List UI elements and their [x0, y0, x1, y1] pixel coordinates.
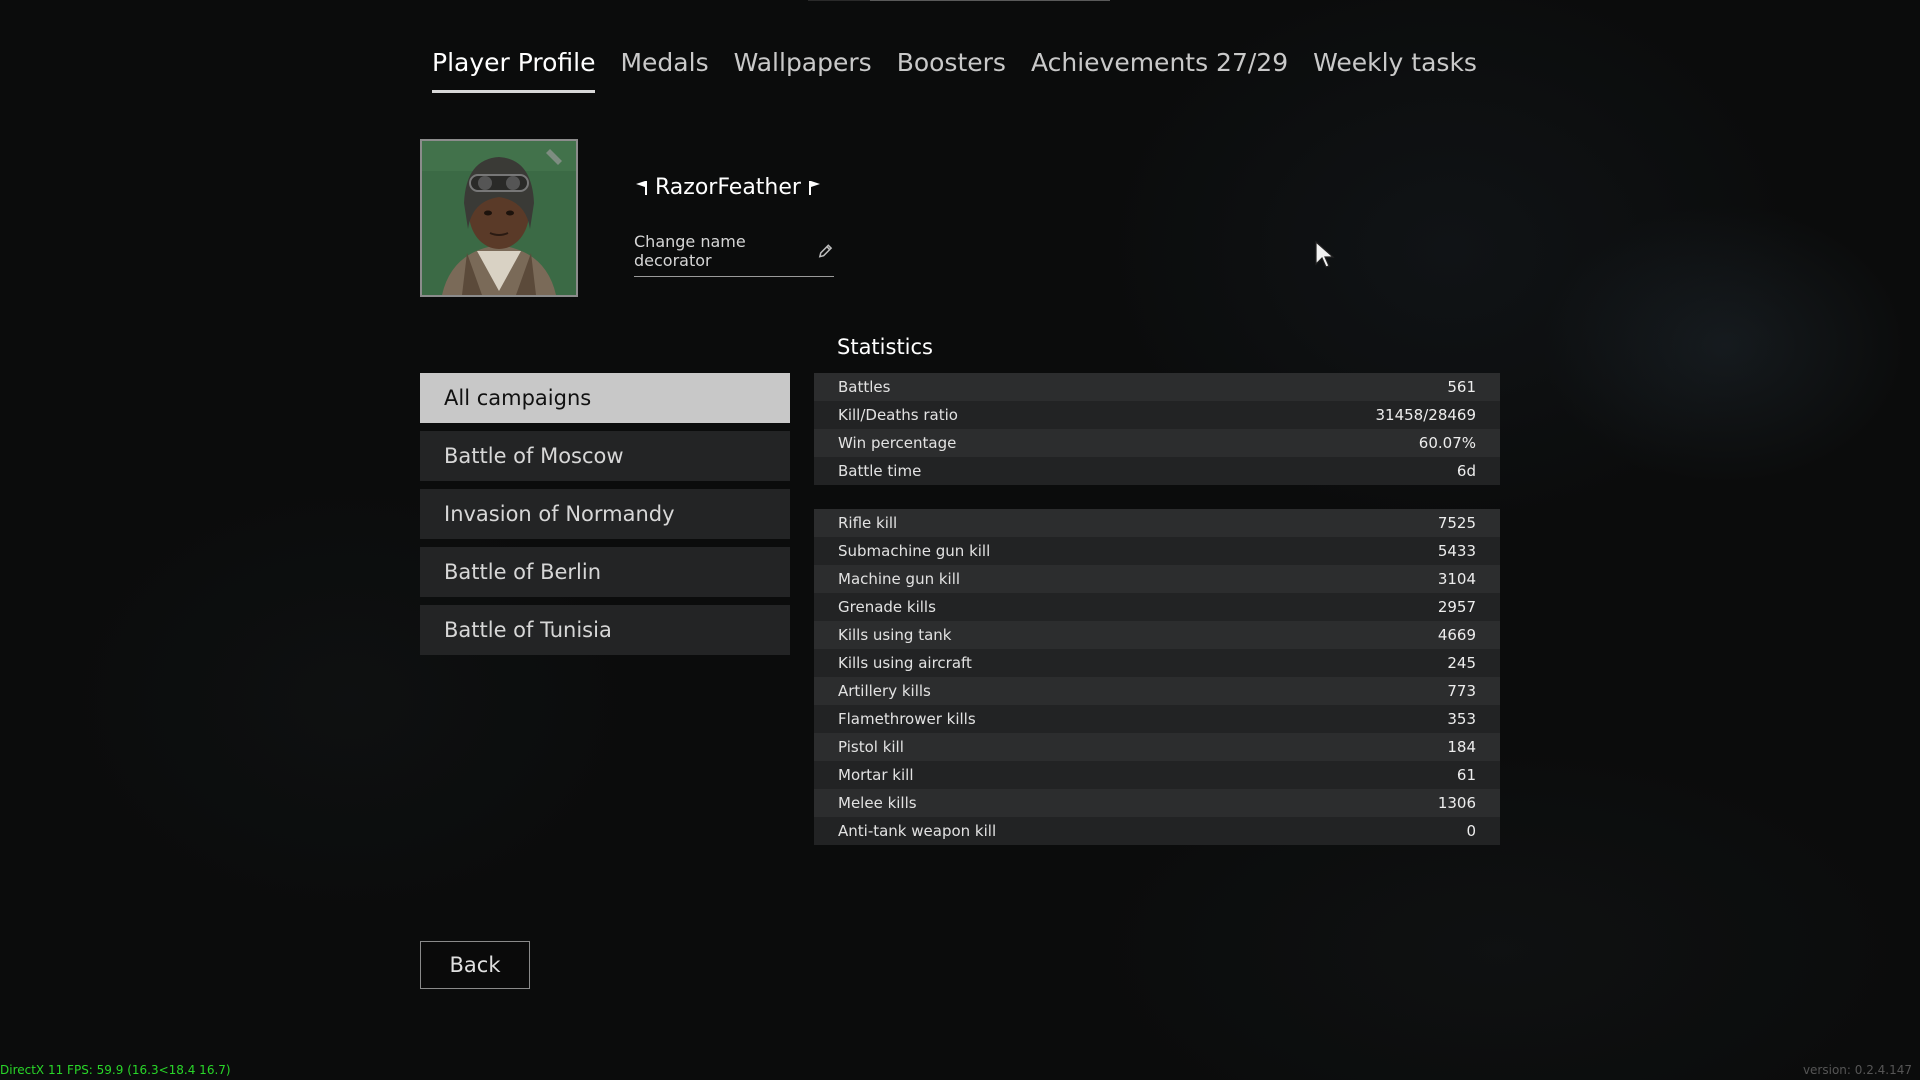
- stat-row: Flamethrower kills 353: [814, 705, 1500, 733]
- kill-stats-table: Rifle kill 7525 Submachine gun kill 5433 M…: [814, 509, 1500, 845]
- player-name: RazorFeather: [635, 175, 821, 200]
- player-name-text: RazorFeather: [655, 175, 801, 200]
- stat-row: Grenade kills 2957: [814, 593, 1500, 621]
- stat-label: Win percentage: [838, 434, 957, 452]
- stat-label: Machine gun kill: [838, 570, 961, 588]
- pencil-icon: [818, 244, 833, 258]
- avatar[interactable]: [420, 139, 578, 297]
- pilot-portrait-icon: [422, 141, 576, 295]
- statistics-title: Statistics: [837, 335, 933, 359]
- campaign-moscow[interactable]: Battle of Moscow: [420, 431, 790, 481]
- profile-tabs: Player Profile Medals Wallpapers Booster…: [432, 44, 1502, 93]
- flag-icon: [636, 180, 647, 195]
- stat-label: Pistol kill: [838, 738, 904, 756]
- change-name-decorator-button[interactable]: Change name decorator: [634, 232, 834, 277]
- stat-row: Artillery kills 773: [814, 677, 1500, 705]
- stat-row: Battles 561: [814, 373, 1500, 401]
- campaign-list: All campaigns Battle of Moscow Invasion …: [420, 373, 790, 663]
- stat-value: 773: [1447, 682, 1476, 700]
- stat-value: 60.07%: [1418, 434, 1476, 452]
- top-progress-bar: [808, 0, 1110, 1]
- stat-row: Kills using aircraft 245: [814, 649, 1500, 677]
- campaign-all[interactable]: All campaigns: [420, 373, 790, 423]
- stat-value: 353: [1447, 710, 1476, 728]
- tab-wallpapers[interactable]: Wallpapers: [734, 44, 872, 93]
- stat-row: Melee kills 1306: [814, 789, 1500, 817]
- stat-label: Submachine gun kill: [838, 542, 991, 560]
- stat-label: Artillery kills: [838, 682, 931, 700]
- stat-label: Rifle kill: [838, 514, 898, 532]
- stat-label: Anti-tank weapon kill: [838, 822, 997, 840]
- stat-row: Anti-tank weapon kill 0: [814, 817, 1500, 845]
- stat-value: 561: [1447, 378, 1476, 396]
- tab-medals[interactable]: Medals: [620, 44, 708, 93]
- mouse-cursor-icon: [1315, 240, 1335, 268]
- stat-label: Kill/Deaths ratio: [838, 406, 958, 424]
- stat-row: Pistol kill 184: [814, 733, 1500, 761]
- stat-value: 0: [1466, 822, 1476, 840]
- stat-value: 184: [1447, 738, 1476, 756]
- stat-value: 1306: [1437, 794, 1476, 812]
- stat-value: 61: [1456, 766, 1476, 784]
- stat-label: Battle time: [838, 462, 922, 480]
- stat-value: 2957: [1437, 598, 1476, 616]
- summary-stats-table: Battles 561 Kill/Deaths ratio 31458/28469 …: [814, 373, 1500, 485]
- tab-boosters[interactable]: Boosters: [897, 44, 1006, 93]
- stat-label: Melee kills: [838, 794, 917, 812]
- stat-value: 4669: [1437, 626, 1476, 644]
- stat-row: Kill/Deaths ratio 31458/28469: [814, 401, 1500, 429]
- stat-row: Kills using tank 4669: [814, 621, 1500, 649]
- stat-value: 7525: [1437, 514, 1476, 532]
- stat-label: Mortar kill: [838, 766, 914, 784]
- campaign-tunisia[interactable]: Battle of Tunisia: [420, 605, 790, 655]
- tab-achievements[interactable]: Achievements 27/29: [1031, 44, 1288, 93]
- stat-row: Rifle kill 7525: [814, 509, 1500, 537]
- campaign-normandy[interactable]: Invasion of Normandy: [420, 489, 790, 539]
- stat-row: Mortar kill 61: [814, 761, 1500, 789]
- stat-row: Submachine gun kill 5433: [814, 537, 1500, 565]
- stat-row: Win percentage 60.07%: [814, 429, 1500, 457]
- stat-value: 3104: [1437, 570, 1476, 588]
- stat-label: Flamethrower kills: [838, 710, 976, 728]
- stat-label: Kills using tank: [838, 626, 952, 644]
- stat-row: Machine gun kill 3104: [814, 565, 1500, 593]
- stat-row: Battle time 6d: [814, 457, 1500, 485]
- tab-player-profile[interactable]: Player Profile: [432, 44, 596, 93]
- stat-value: 245: [1447, 654, 1476, 672]
- stat-label: Battles: [838, 378, 891, 396]
- stat-value: 6d: [1456, 462, 1476, 480]
- stat-value: 5433: [1437, 542, 1476, 560]
- stat-label: Kills using aircraft: [838, 654, 972, 672]
- version-label: version: 0.2.4.147: [1802, 1063, 1912, 1077]
- stat-label: Grenade kills: [838, 598, 936, 616]
- tab-weekly-tasks[interactable]: Weekly tasks: [1313, 44, 1477, 93]
- campaign-berlin[interactable]: Battle of Berlin: [420, 547, 790, 597]
- flag-icon: [808, 180, 820, 195]
- back-button[interactable]: Back: [420, 941, 530, 989]
- change-name-decorator-label: Change name decorator: [634, 232, 746, 270]
- stat-value: 31458/28469: [1375, 406, 1477, 424]
- fps-counter: DirectX 11 FPS: 59.9 (16.3<18.4 16.7): [0, 1063, 231, 1077]
